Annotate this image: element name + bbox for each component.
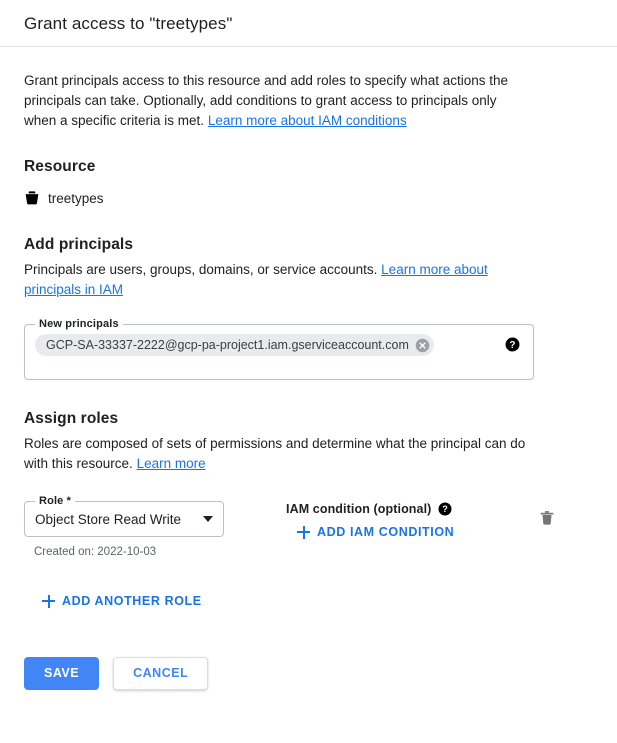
learn-more-roles-link[interactable]: Learn more (137, 456, 206, 471)
assign-roles-description-text: Roles are composed of sets of permission… (24, 436, 526, 471)
iam-condition-label: IAM condition (optional) (286, 502, 432, 516)
add-principals-description-text: Principals are users, groups, domains, o… (24, 262, 378, 277)
page-title: Grant access to "treetypes" (24, 13, 233, 33)
iam-condition-column: IAM condition (optional) ? ADD IAM CONDI… (286, 501, 534, 544)
add-iam-condition-label: ADD IAM CONDITION (317, 525, 455, 539)
cancel-button[interactable]: CANCEL (113, 656, 209, 690)
help-icon[interactable]: ? (505, 337, 520, 352)
add-iam-condition-row: ADD IAM CONDITION (297, 525, 534, 544)
add-another-role-row: ADD ANOTHER ROLE (42, 594, 593, 613)
assign-roles-heading: Assign roles (24, 410, 119, 427)
plus-icon (297, 525, 310, 539)
add-principals-description: Principals are users, groups, domains, o… (24, 260, 530, 300)
intro-paragraph: Grant principals access to this resource… (24, 71, 529, 131)
new-principals-field[interactable]: New principals GCP-SA-33337-2222@gcp-pa-… (24, 318, 534, 380)
add-iam-condition-button[interactable]: ADD IAM CONDITION (297, 525, 454, 539)
role-created-on: Created on: 2022-10-03 (34, 546, 157, 558)
resource-heading: Resource (24, 158, 96, 175)
assign-roles-description: Roles are composed of sets of permission… (24, 434, 530, 474)
dialog-content: Grant principals access to this resource… (0, 47, 617, 690)
add-another-role-label: ADD ANOTHER ROLE (62, 594, 202, 608)
role-select-label: Role * (35, 495, 76, 507)
svg-text:?: ? (443, 504, 449, 514)
new-principals-label: New principals (35, 318, 123, 330)
svg-text:?: ? (510, 340, 516, 351)
plus-icon (42, 594, 55, 608)
iam-condition-label-row: IAM condition (optional) ? (286, 502, 534, 516)
assign-roles-section: Assign roles Roles are composed of sets … (24, 410, 593, 613)
delete-role-button[interactable] (538, 509, 556, 527)
bucket-icon (25, 191, 39, 205)
dialog-header: Grant access to "treetypes" (0, 0, 617, 47)
dialog-footer: SAVE CANCEL (24, 656, 593, 690)
resource-section: Resource treetypes (24, 158, 593, 206)
learn-more-iam-conditions-link[interactable]: Learn more about IAM conditions (208, 113, 407, 128)
role-row: Role * Object Store Read Write Created o… (24, 495, 554, 558)
resource-row: treetypes (24, 190, 593, 206)
role-select[interactable]: Role * Object Store Read Write (24, 495, 224, 537)
principal-chip[interactable]: GCP-SA-33337-2222@gcp-pa-project1.iam.gs… (35, 334, 434, 356)
role-select-wrapper: Role * Object Store Read Write Created o… (24, 495, 224, 558)
add-principals-heading: Add principals (24, 236, 134, 253)
add-another-role-button[interactable]: ADD ANOTHER ROLE (42, 594, 202, 608)
add-principals-section: Add principals Principals are users, gro… (24, 236, 593, 380)
resource-name: treetypes (48, 190, 104, 206)
principal-chip-label: GCP-SA-33337-2222@gcp-pa-project1.iam.gs… (46, 337, 409, 352)
chevron-down-icon[interactable] (203, 516, 213, 522)
close-circle-icon[interactable] (415, 338, 430, 353)
help-icon[interactable]: ? (438, 502, 452, 516)
role-select-value: Object Store Read Write (35, 511, 182, 527)
save-button[interactable]: SAVE (24, 656, 100, 690)
trash-icon (540, 511, 554, 525)
